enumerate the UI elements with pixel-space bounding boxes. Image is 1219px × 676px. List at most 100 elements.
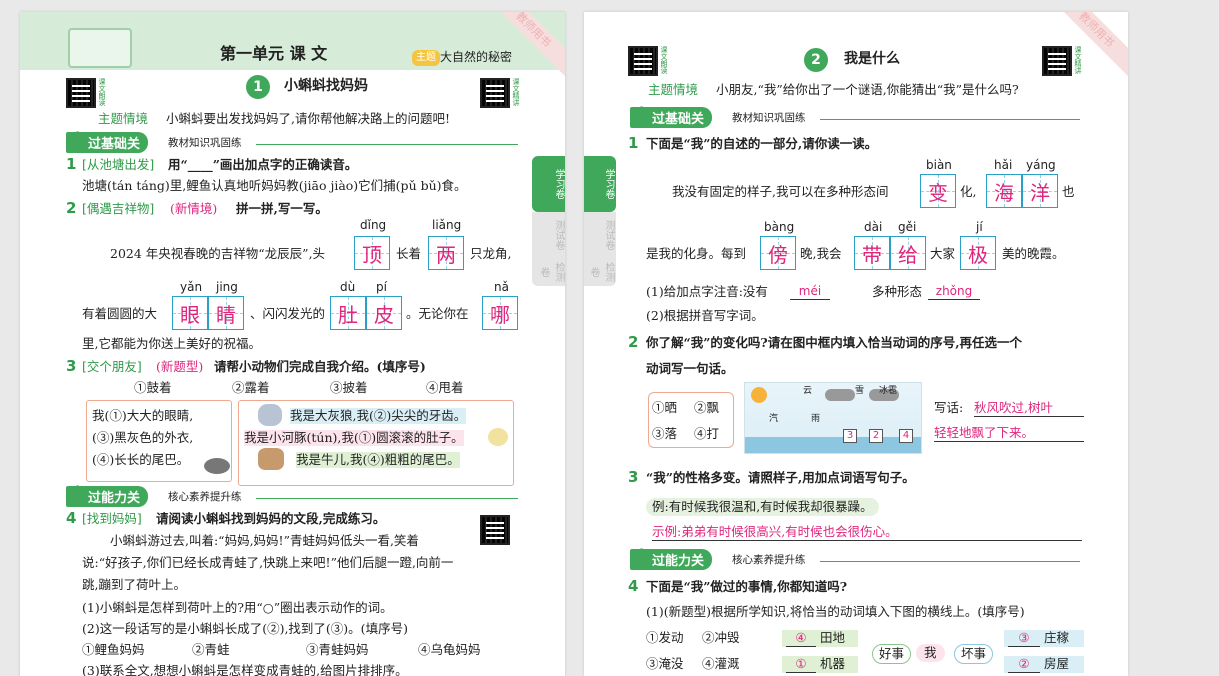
pinyin: biàn: [926, 158, 952, 172]
sub-question: (1)给加点字注音:没有: [646, 284, 768, 299]
text-line: 大家: [930, 246, 956, 261]
answer-line: 我(①)大大的眼睛,: [92, 408, 194, 423]
scene-text: 小朋友,“我”给你出了一个谜语,你能猜出“我”是什么吗?: [716, 82, 1019, 97]
section-header: ✿ 过基础关 教材知识巩固练: [66, 128, 526, 153]
tab-test[interactable]: 测试卷: [532, 212, 565, 258]
tab-study[interactable]: 学习卷: [532, 156, 565, 212]
qr-code-icon[interactable]: [628, 46, 658, 76]
diagram-item: ③ 庄稼: [1004, 630, 1084, 647]
answer-blank: zhǒng: [928, 283, 980, 300]
left-page: 教师用书 第一单元 课 文 主题 大自然的秘密 课文朗读 1 小蝌蚪找妈妈 课文…: [20, 12, 565, 676]
tab-test[interactable]: 测试卷: [584, 212, 616, 258]
text-line: 是我的化身。每到: [646, 246, 747, 261]
write-answer: 秋风吹过,树叶: [974, 400, 1084, 417]
pinyin: liǎng: [432, 218, 462, 232]
question-text: “我”的性格多变。请照样子,用加点词语写句子。: [646, 470, 915, 485]
pinyin: jing: [216, 280, 238, 294]
option: ③落: [652, 426, 678, 441]
pinyin: yǎn: [180, 280, 203, 294]
char-box: 给: [890, 236, 926, 270]
question-number: 3: [66, 357, 77, 375]
text-line: 我没有固定的样子,我可以在多种形态间: [672, 184, 889, 199]
right-page: 教师用书 学习卷 测试卷 检测卷 课文朗读 2 我是什么 课文精讲 主题情境 小…: [584, 12, 1128, 676]
option: ①鲤鱼妈妈: [82, 642, 145, 657]
sub-question: (3)联系全文,想想小蝌蚪是怎样变成青蛙的,给图片排排序。: [82, 663, 408, 676]
pinyin: hǎi: [994, 158, 1013, 172]
pinyin: gěi: [898, 220, 917, 234]
pinyin: dài: [864, 220, 883, 234]
question-line: 池塘(tán táng)里,鲤鱼认真地听妈妈教(jiāo jiào)它们捕(pǔ…: [82, 178, 467, 193]
lesson-title: 小蝌蚪找妈妈: [284, 78, 368, 94]
qr-label: 课文精讲: [512, 78, 520, 106]
frog-logo-icon: [68, 28, 132, 68]
char-box: 两: [428, 236, 464, 270]
answer-line: 我是牛儿,我(④)粗粗的尾巴。: [296, 452, 460, 468]
lesson-number-badge: 1: [246, 75, 270, 99]
question-number: 4: [628, 577, 639, 595]
section-header: ✿ 过能力关 核心素养提升练: [630, 545, 1086, 570]
qr-code-icon[interactable]: [1042, 46, 1072, 76]
qr-label: 课文朗读: [660, 46, 668, 74]
char-box: 洋: [1022, 174, 1058, 208]
question-text: 请阅读小蝌蚪找到妈妈的文段,完成练习。: [156, 511, 386, 526]
text-line: 美的晚霞。: [1002, 246, 1065, 261]
pufferfish-icon: [488, 428, 508, 446]
good-deeds-node: 好事: [872, 644, 912, 664]
sub-question: (1)(新题型)根据所学知识,将恰当的动词填入下图的横线上。(填序号): [646, 604, 1025, 619]
question-tag: [偶遇吉祥物]: [82, 201, 155, 216]
option: ②飘: [694, 400, 720, 415]
question-text: 请帮小动物们完成自我介绍。(填序号): [214, 359, 426, 374]
question-number: 4: [66, 509, 77, 527]
qr-code-icon[interactable]: [66, 78, 96, 108]
example-sentence: 例:有时候我很温和,有时候我却很暴躁。: [646, 498, 879, 516]
text-line: 只龙角,: [470, 246, 512, 261]
write-answer: 轻轻地飘了下来。: [934, 425, 1084, 442]
text-line: 。无论你在: [406, 306, 469, 321]
question-text: 你了解“我”的变化吗?请在图中框内填入恰当动词的序号,再任选一个: [646, 335, 1023, 350]
sub-question: (2)这一段话写的是小蝌蚪长成了(②),找到了(③)。(填序号): [82, 621, 408, 636]
answer-line: 我是大灰狼,我(②)尖尖的牙齿。: [290, 408, 467, 424]
pinyin: nǎ: [494, 280, 509, 294]
tab-study[interactable]: 学习卷: [584, 156, 616, 212]
new-type-tag: (新题型): [156, 359, 204, 374]
new-scene-tag: (新情境): [170, 201, 218, 216]
sub-question: 多种形态: [872, 284, 923, 299]
question-tag: [交个朋友]: [82, 359, 142, 374]
text-line: 长着: [396, 246, 422, 261]
diagram-item: ② 房屋: [1004, 656, 1084, 673]
question-number: 2: [66, 199, 77, 217]
tab-check[interactable]: 检测卷: [584, 258, 616, 286]
option: ②冲毁: [702, 630, 740, 645]
me-node: 我: [916, 644, 945, 662]
question-text: 动词写一句话。: [646, 361, 734, 376]
pinyin: dù: [340, 280, 356, 294]
char-box: 哪: [482, 296, 518, 330]
theme-text: 大自然的秘密: [440, 50, 513, 64]
char-box: 肚: [330, 296, 366, 330]
qr-code-icon[interactable]: [480, 515, 510, 545]
diagram-item: ④ 田地: [782, 630, 858, 647]
bad-deeds-node: 坏事: [954, 644, 994, 664]
diagram-item: ① 机器: [782, 656, 858, 673]
question-tag: [找到妈妈]: [82, 511, 142, 526]
question-text: 下面是“我”做过的事情,你都知道吗?: [646, 579, 848, 594]
question-text: 下面是“我”的自述的一部分,请你读一读。: [646, 136, 878, 151]
char-box: 带: [854, 236, 890, 270]
tab-check[interactable]: 检测卷: [532, 258, 565, 286]
text-line: 化,: [960, 184, 977, 199]
answer-box: 3: [843, 429, 857, 443]
passage-line: 小蝌蚪游过去,叫着:“妈妈,妈妈!”青蛙妈妈低头一看,笑着: [110, 533, 419, 548]
qr-code-icon[interactable]: [480, 78, 510, 108]
char-box: 睛: [208, 296, 244, 330]
char-box: 极: [960, 236, 996, 270]
qr-label: 课文精讲: [1074, 46, 1082, 74]
write-label: 写话:: [934, 400, 964, 415]
passage-line: 说:“好孩子,你们已经长成青蛙了,快跳上来吧!”他们后腿一蹬,向前一: [82, 555, 454, 570]
option: ③披着: [330, 380, 368, 395]
qr-label: 课文朗读: [98, 78, 106, 106]
section-header: ✿ 过基础关 教材知识巩固练: [630, 103, 1086, 128]
option: ①发动: [646, 630, 684, 645]
answer-line: 我是小河豚(tún),我(①)圆滚滚的肚子。: [244, 430, 464, 446]
section-header: ✿ 过能力关 核心素养提升练: [66, 482, 526, 507]
char-box: 顶: [354, 236, 390, 270]
